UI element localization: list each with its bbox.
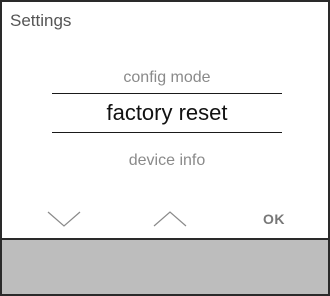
chevron-up-icon (153, 211, 187, 227)
device-bezel (0, 240, 330, 296)
ok-button[interactable]: OK (249, 204, 299, 234)
device: Settings config mode factory reset devic… (0, 0, 330, 296)
menu-item-next[interactable]: device info (2, 152, 330, 170)
chevron-down-icon (47, 211, 81, 227)
display-screen: Settings config mode factory reset devic… (0, 0, 330, 240)
up-button[interactable] (145, 204, 195, 234)
down-button[interactable] (39, 204, 89, 234)
menu-item-previous[interactable]: config mode (2, 69, 330, 87)
menu-item-selected[interactable]: factory reset (52, 93, 282, 133)
screen-title: Settings (10, 11, 72, 30)
